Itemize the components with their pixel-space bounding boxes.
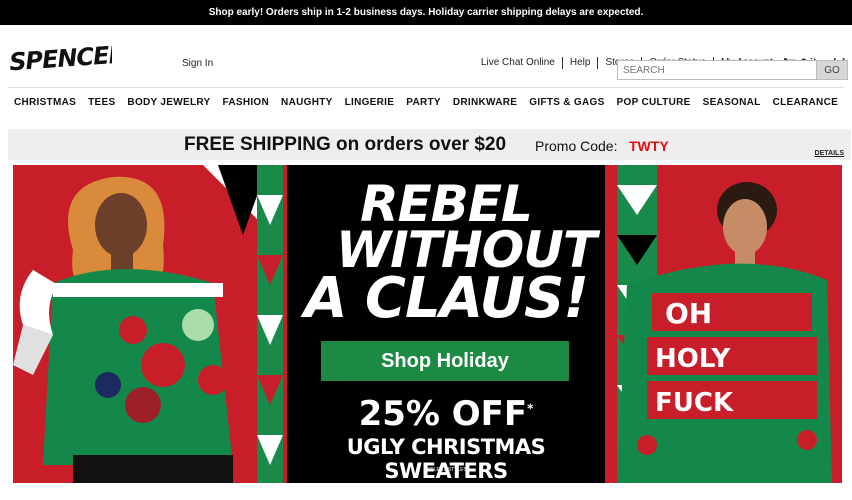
hero-promo-panel: REBEL WITHOUT A CLAUS! Shop Holiday 25% … [287,165,605,483]
search-input[interactable] [617,60,817,80]
hero-model-right-image: OH HOLY FUCK [617,165,842,483]
nav-item-body-jewelry[interactable]: BODY JEWELRY [121,97,216,108]
ugly-sweaters-subline: UGLY CHRISTMAS SWEATERS [346,435,546,483]
nav-item-clearance[interactable]: CLEARANCE [767,97,844,108]
discount-value: 25% OFF [358,394,528,434]
help-link[interactable]: Help [561,57,598,69]
spencers-logo[interactable]: SPENCER'S [8,33,112,81]
nav-item-party[interactable]: PARTY [400,97,447,108]
free-shipping-banner[interactable]: FREE SHIPPING on orders over $20 Promo C… [8,129,851,160]
nav-item-gifts-gags[interactable]: GIFTS & GAGS [523,97,610,108]
header-divider [8,87,844,88]
promo-code-label: Promo Code: [535,138,618,154]
nav-item-fashion[interactable]: FASHION [216,97,275,108]
promo-details-link[interactable]: DETAILS [815,150,844,157]
announcement-text: Shop early! Orders ship in 1-2 business … [208,7,644,18]
announcement-bar: Shop early! Orders ship in 1-2 business … [0,0,852,25]
nav-item-pop-culture[interactable]: POP CULTURE [611,97,697,108]
shop-holiday-button[interactable]: Shop Holiday [321,341,569,381]
search-bar: GO [617,60,848,80]
nav-item-tees[interactable]: TEES [82,97,121,108]
sweater-text-fuck: FUCK [655,388,734,418]
nav-item-lingerie[interactable]: LINGERIE [339,97,401,108]
nav-item-seasonal[interactable]: SEASONAL [697,97,767,108]
logo-text: SPENCER'S [8,39,112,77]
select-styles-disclaimer: *SELECT STYLES [425,467,467,473]
hero-banner[interactable]: REBEL WITHOUT A CLAUS! Shop Holiday 25% … [13,165,842,483]
nav-item-christmas[interactable]: CHRISTMAS [8,97,82,108]
discount-footnote-mark: * [527,401,534,416]
nav-item-naughty[interactable]: NAUGHTY [275,97,339,108]
nav-item-drinkware[interactable]: DRINKWARE [447,97,523,108]
sweater-text-holy: HOLY [655,344,731,374]
promo-code: TWTY [629,138,669,154]
free-shipping-headline: FREE SHIPPING on orders over $20 [184,134,507,155]
live-chat-link[interactable]: Live Chat Online [474,57,562,69]
search-go-button[interactable]: GO [817,60,848,80]
hero-model-left-image [13,165,283,483]
hero-headline-line-3: A CLAUS! [304,266,589,331]
main-nav: CHRISTMAS TEES BODY JEWELRY FASHION NAUG… [0,97,852,108]
sweater-text-oh: OH [665,297,712,330]
discount-text: 25% OFF* [287,397,605,431]
sign-in-link[interactable]: Sign In [182,58,213,69]
